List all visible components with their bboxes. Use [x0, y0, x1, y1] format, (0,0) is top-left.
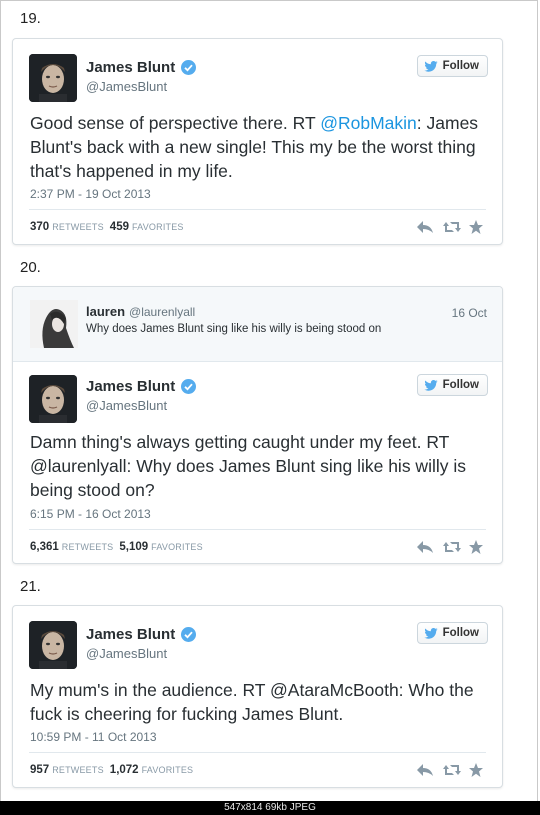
quoted-user-handle[interactable]: @laurenlyall: [129, 305, 195, 319]
avatar[interactable]: [29, 375, 77, 423]
verified-icon: [181, 627, 197, 642]
divider: [29, 209, 486, 210]
tweet: James Blunt @JamesBlunt Follow Good sens…: [13, 39, 502, 234]
tweet-timestamp[interactable]: 2:37 PM - 19 Oct 2013: [30, 187, 151, 201]
user-name[interactable]: James Blunt: [86, 626, 197, 643]
favorite-label: FAVORITES: [141, 765, 194, 775]
user-name[interactable]: James Blunt: [86, 59, 197, 76]
user-handle[interactable]: @JamesBlunt: [86, 398, 167, 413]
retweet-label: RETWEETS: [52, 765, 104, 775]
entry-number: 19.: [20, 10, 41, 27]
entry-number: 20.: [20, 259, 41, 276]
favorite-count[interactable]: 1,072: [110, 764, 139, 776]
user-handle[interactable]: @JamesBlunt: [86, 79, 167, 94]
tweet-stats: 370 RETWEETS 459 FAVORITES: [30, 221, 190, 233]
avatar[interactable]: [30, 300, 78, 348]
retweet-icon[interactable]: [442, 219, 461, 235]
quoted-user-name[interactable]: lauren: [86, 304, 125, 319]
tweet-timestamp[interactable]: 6:15 PM - 16 Oct 2013: [30, 507, 151, 521]
tweet-timestamp[interactable]: 10:59 PM - 11 Oct 2013: [30, 730, 157, 744]
mention-link[interactable]: @RobMakin: [320, 113, 417, 133]
user-name-text[interactable]: James Blunt: [86, 59, 175, 76]
retweet-icon[interactable]: [442, 539, 461, 555]
follow-button[interactable]: Follow: [416, 622, 488, 644]
favorite-count[interactable]: 459: [110, 221, 129, 233]
divider: [29, 752, 486, 753]
retweet-count[interactable]: 370: [30, 221, 49, 233]
quoted-date[interactable]: 16 Oct: [452, 306, 487, 320]
retweet-label: RETWEETS: [52, 222, 104, 232]
favorite-count[interactable]: 5,109: [119, 541, 148, 553]
follow-button[interactable]: Follow: [416, 55, 488, 77]
retweet-icon[interactable]: [442, 762, 461, 778]
twitter-bird-icon: [423, 60, 438, 72]
tweet-actions: [416, 539, 486, 555]
retweet-label: RETWEETS: [61, 542, 114, 552]
image-info-bar: 547x814 69kb JPEG: [0, 801, 540, 815]
tweet-text: My mum's in the audience. RT @AtaraMcBoo…: [30, 680, 474, 724]
reply-icon[interactable]: [416, 762, 434, 778]
tweet: James Blunt @JamesBlunt Follow My mum's …: [13, 606, 502, 777]
follow-button[interactable]: Follow: [416, 374, 488, 396]
tweet-stats: 957 RETWEETS 1,072 FAVORITES: [30, 764, 199, 776]
tweet-card: lauren @laurenlyall 16 Oct Why does James…: [12, 286, 503, 564]
quoted-tweet[interactable]: lauren @laurenlyall 16 Oct Why does James…: [13, 287, 502, 362]
favorite-icon[interactable]: [468, 219, 486, 235]
user-name-text[interactable]: James Blunt: [86, 378, 175, 395]
verified-icon: [181, 379, 197, 394]
quoted-user[interactable]: lauren @laurenlyall: [86, 304, 195, 319]
tweet-stats: 6,361 RETWEETS 5,109 FAVORITES: [30, 541, 209, 553]
tweet-card: James Blunt @JamesBlunt Follow My mum's …: [12, 605, 503, 788]
retweet-count[interactable]: 957: [30, 764, 49, 776]
avatar[interactable]: [29, 54, 77, 102]
verified-icon: [181, 60, 197, 75]
reply-icon[interactable]: [416, 539, 434, 555]
reply-icon[interactable]: [416, 219, 434, 235]
follow-label: Follow: [442, 60, 479, 72]
favorite-icon[interactable]: [468, 762, 486, 778]
favorite-icon[interactable]: [468, 539, 486, 555]
user-name[interactable]: James Blunt: [86, 378, 197, 395]
entry-number: 21.: [20, 578, 41, 595]
quoted-text: Why does James Blunt sing like his willy…: [86, 323, 382, 335]
tweet-actions: [416, 219, 486, 235]
tweet-card: James Blunt @JamesBlunt Follow Good sens…: [12, 38, 503, 245]
twitter-bird-icon: [423, 379, 438, 391]
avatar[interactable]: [29, 621, 77, 669]
tweet-actions: [416, 762, 486, 778]
tweet: James Blunt @JamesBlunt Follow Damn thin…: [13, 361, 502, 564]
tweet-text: Good sense of perspective there. RT @Rob…: [30, 111, 484, 183]
tweet-text-part: Good sense of perspective there. RT: [30, 113, 321, 133]
favorite-label: FAVORITES: [151, 542, 203, 552]
tweet-text: Damn thing's always getting caught under…: [30, 432, 466, 500]
follow-label: Follow: [442, 379, 479, 391]
user-name-text[interactable]: James Blunt: [86, 626, 175, 643]
favorite-label: FAVORITES: [131, 222, 184, 232]
twitter-bird-icon: [423, 627, 438, 639]
divider: [29, 529, 486, 530]
retweet-count[interactable]: 6,361: [30, 541, 59, 553]
follow-label: Follow: [442, 627, 479, 639]
user-handle[interactable]: @JamesBlunt: [86, 646, 167, 661]
